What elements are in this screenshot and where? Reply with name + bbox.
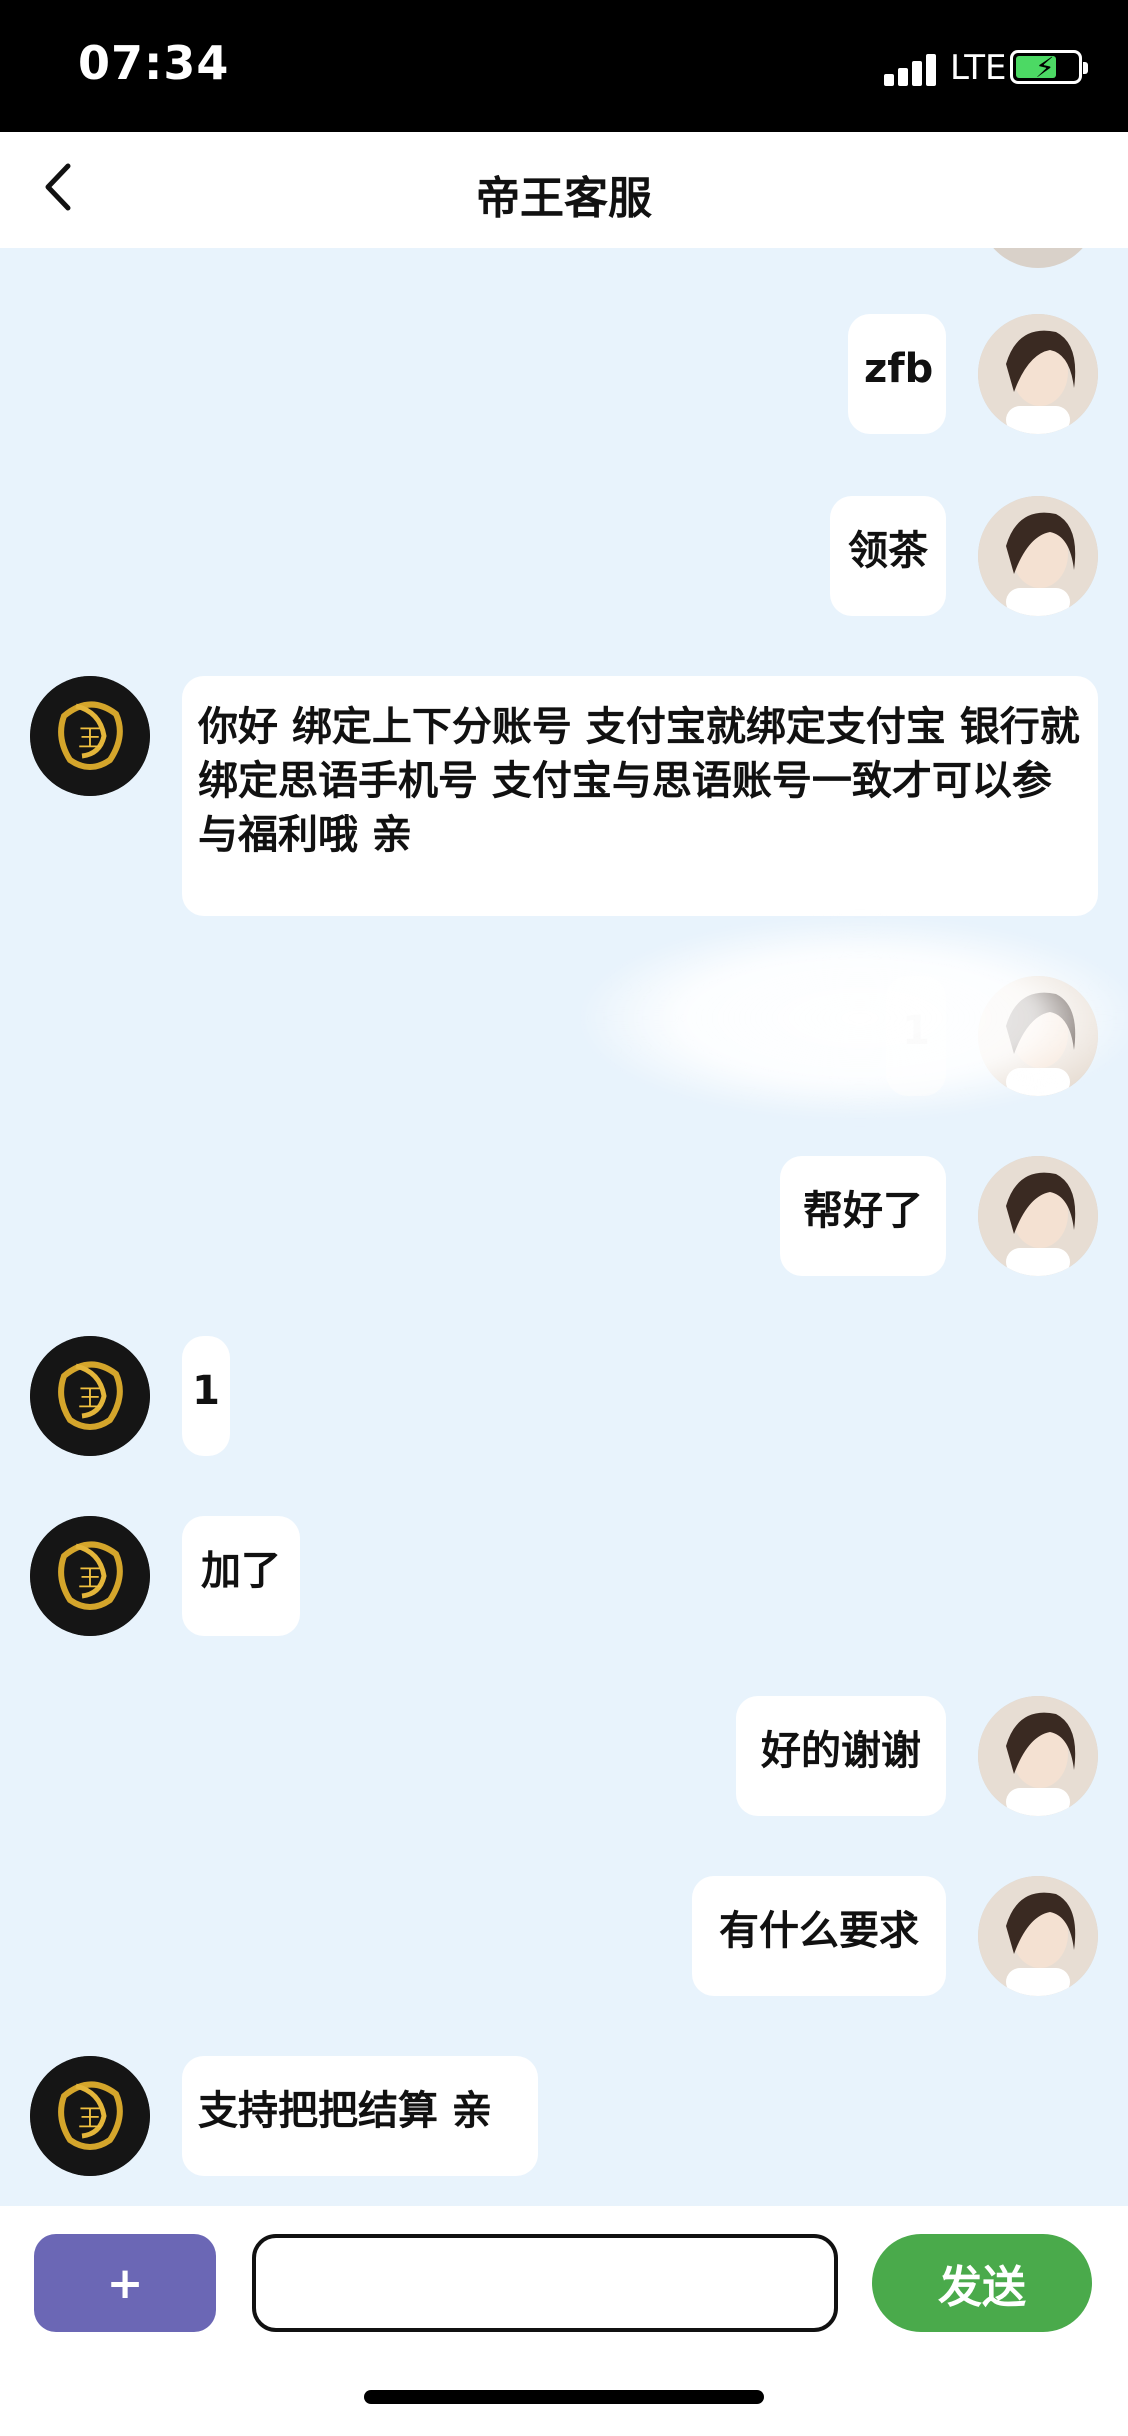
message-item: 有什么要求 [0, 1876, 1128, 1996]
user-avatar[interactable] [978, 496, 1098, 616]
signal-icon [884, 52, 944, 86]
message-bubble: 你好 绑定上下分账号 支付宝就绑定支付宝 银行就绑定思语手机号 支付宝与思语账号… [182, 676, 1098, 916]
user-avatar[interactable] [978, 314, 1098, 434]
message-item: 领茶 [0, 496, 1128, 616]
home-indicator[interactable] [364, 2390, 764, 2404]
message-item: 好的谢谢 [0, 1696, 1128, 1816]
user-avatar[interactable] [978, 1696, 1098, 1816]
status-time: 07:34 [78, 36, 230, 90]
svg-text:王: 王 [78, 724, 102, 752]
nav-bar: 帝王客服 [0, 132, 1128, 248]
message-bubble: 有什么要求 [692, 1876, 946, 1996]
add-attachment-button[interactable]: + [34, 2234, 216, 2332]
message-item: 王 你好 绑定上下分账号 支付宝就绑定支付宝 银行就绑定思语手机号 支付宝与思语… [0, 676, 1128, 916]
support-avatar[interactable]: 王 [30, 1516, 150, 1636]
message-item: 王 加了 [0, 1516, 1128, 1636]
send-button[interactable]: 发送 [872, 2234, 1092, 2332]
message-bubble: 好的谢谢 [736, 1696, 946, 1816]
message-item: zfb [0, 314, 1128, 434]
input-bar: + 发送 [0, 2206, 1128, 2436]
network-label: LTE [950, 48, 1007, 88]
support-avatar[interactable]: 王 [30, 2056, 150, 2176]
svg-text:王: 王 [78, 1384, 102, 1412]
chat-list[interactable]: zfb 领茶 王 你好 绑定上下分账号 支付宝就绑定支付宝 银行就绑定思语手机号… [0, 248, 1128, 2206]
user-avatar[interactable] [978, 1156, 1098, 1276]
message-bubble: 1 [182, 1336, 230, 1456]
avatar [978, 248, 1098, 268]
message-bubble: 帮好了 [780, 1156, 946, 1276]
blur-overlay [580, 918, 1128, 1118]
message-bubble: 加了 [182, 1516, 300, 1636]
svg-text:王: 王 [78, 2104, 102, 2132]
message-item: 王 1 [0, 1336, 1128, 1456]
message-item: 王 支持把把结算 亲 [0, 2056, 1128, 2176]
support-avatar[interactable]: 王 [30, 1336, 150, 1456]
page-title: 帝王客服 [476, 173, 652, 224]
support-avatar[interactable]: 王 [30, 676, 150, 796]
battery-charging-icon: ⚡ [1010, 50, 1088, 84]
svg-text:王: 王 [78, 1564, 102, 1592]
message-input[interactable] [252, 2234, 838, 2332]
user-avatar[interactable] [978, 1876, 1098, 1996]
message-bubble: 支持把把结算 亲 [182, 2056, 538, 2176]
status-bar: 07:34 LTE ⚡ [0, 0, 1128, 132]
message-item: 帮好了 [0, 1156, 1128, 1276]
message-bubble: zfb [848, 314, 946, 434]
message-bubble: 领茶 [830, 496, 946, 616]
